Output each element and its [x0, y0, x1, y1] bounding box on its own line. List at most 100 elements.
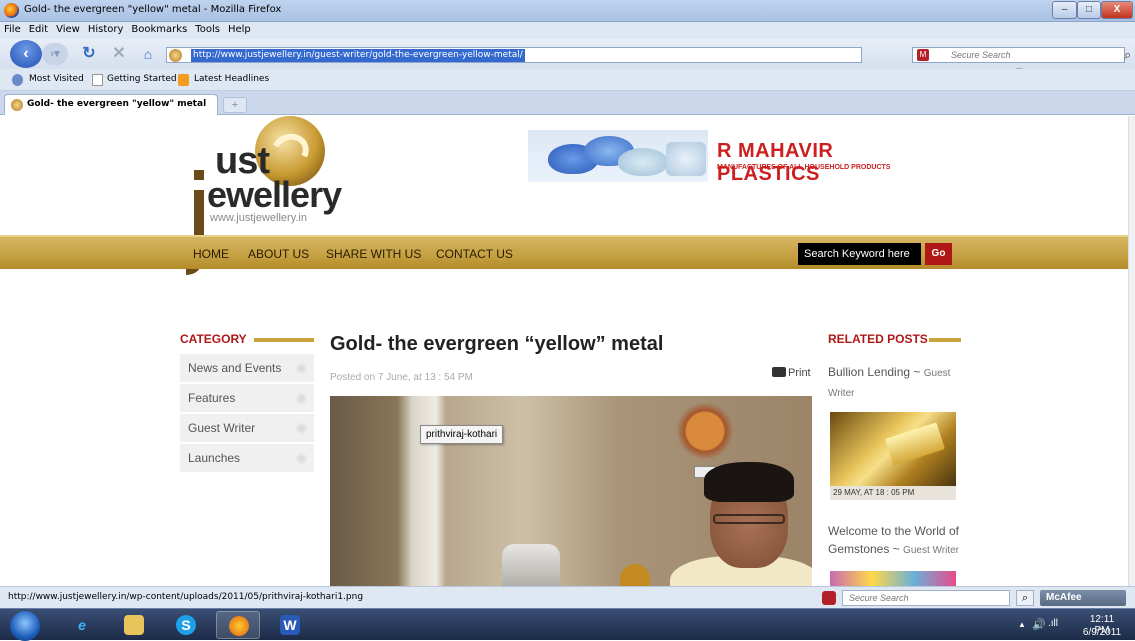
tab-active[interactable]: Gold- the evergreen "yellow" metal — [4, 94, 218, 115]
tab-strip: Gold- the evergreen "yellow" metal + — [0, 91, 1135, 115]
gold-bar — [884, 422, 946, 466]
clock-date[interactable]: 6/9/2011 — [1082, 627, 1122, 638]
menu-bookmarks[interactable]: Bookmarks — [127, 22, 191, 35]
forward-button[interactable]: ›▾ — [42, 43, 68, 65]
folder-icon — [124, 615, 144, 635]
printer-icon — [772, 367, 786, 377]
taskbar-firefox[interactable] — [216, 611, 260, 639]
status-url: http://www.justjewellery.in/wp-content/u… — [8, 592, 364, 602]
home-button[interactable]: ⌂ — [138, 43, 158, 65]
bullet-icon — [296, 363, 307, 374]
article-title: Gold- the evergreen “yellow” metal — [330, 333, 664, 355]
url-bar[interactable]: http://www.justjewellery.in/guest-writer… — [166, 47, 1028, 78]
related-heading-bar — [929, 338, 961, 342]
related-post-1-image[interactable]: 29 MAY, AT 18 : 05 PM — [830, 412, 956, 500]
ad-banner[interactable]: R MAHAVIR PLASTICS MANUFACTURES OF ALL H… — [528, 130, 918, 185]
bookmarks-toolbar: Most Visited Getting Started Latest Head… — [0, 69, 1135, 91]
navigation-toolbar: ‹ ›▾ ↻ ✕ ⌂ http://www.justjewellery.in/g… — [0, 39, 1135, 78]
mcafee-button[interactable]: McAfee — [1040, 590, 1126, 606]
related-post-2-image[interactable] — [830, 571, 956, 586]
category-label: Features — [188, 391, 236, 405]
category-item-guest-writer[interactable]: Guest Writer — [180, 414, 314, 443]
menu-view[interactable]: View — [52, 22, 84, 35]
menu-file[interactable]: File — [0, 22, 25, 35]
minimize-button[interactable]: – — [1052, 1, 1077, 19]
bullet-icon — [296, 393, 307, 404]
browser-search-input[interactable]: M Secure Search — [912, 47, 1125, 63]
logo-url: www.justjewellery.in — [210, 212, 307, 224]
site-search-button[interactable]: Go — [925, 243, 952, 265]
volume-icon[interactable]: 🔊 — [1032, 618, 1046, 631]
forward-arrow-icon: ›▾ — [50, 48, 60, 60]
category-label: Guest Writer — [188, 421, 256, 435]
related-post-1[interactable]: Bullion Lending ~ Guest Writer — [828, 363, 958, 403]
windows-taskbar: e S W ▲ 🔊 .ıll 12:11 PM 6/9/2011 — [0, 608, 1135, 641]
menu-tools[interactable]: Tools — [191, 22, 224, 35]
menu-edit[interactable]: Edit — [25, 22, 52, 35]
status-search-placeholder: Secure Search — [849, 593, 909, 603]
print-button[interactable]: Print — [772, 367, 811, 379]
search-engine-selector[interactable] — [871, 47, 907, 63]
menu-help[interactable]: Help — [224, 22, 255, 35]
ad-bowls-image — [528, 130, 708, 182]
taskbar-word[interactable]: W — [268, 611, 312, 639]
nav-home[interactable]: HOME — [193, 247, 229, 261]
print-label: Print — [788, 367, 811, 379]
article-photo[interactable] — [330, 396, 812, 586]
maximize-button[interactable]: □ — [1077, 1, 1101, 19]
category-item-launches[interactable]: Launches — [180, 444, 314, 473]
person-hair — [704, 462, 794, 502]
person-glasses — [713, 514, 785, 524]
ad-title: R MAHAVIR PLASTICS — [717, 140, 834, 185]
menu-history[interactable]: History — [84, 22, 128, 35]
taskbar-skype[interactable]: S — [164, 611, 208, 639]
site-favicon-icon — [169, 49, 182, 62]
search-placeholder: Secure Search — [951, 50, 1011, 60]
bookmark-getting-started[interactable]: Getting Started — [107, 74, 177, 84]
tray-expand-icon[interactable]: ▲ — [1018, 620, 1026, 629]
status-search-button[interactable]: ⌕ — [1016, 590, 1034, 606]
status-search-input[interactable]: Secure Search — [842, 590, 1010, 606]
bookmark-most-visited[interactable]: Most Visited — [29, 74, 84, 84]
logo-text-jewellery: ewellery — [207, 174, 342, 215]
nav-about-us[interactable]: ABOUT US — [248, 247, 309, 261]
nav-share-with-us[interactable]: SHARE WITH US — [326, 247, 421, 261]
sun-decoration — [676, 402, 734, 460]
url-text[interactable]: http://www.justjewellery.in/guest-writer… — [191, 49, 525, 62]
reload-button[interactable]: ↻ — [80, 43, 98, 65]
search-icon: ⌕ — [1021, 592, 1029, 604]
bookmark-latest-headlines[interactable]: Latest Headlines — [194, 74, 269, 84]
skype-icon: S — [176, 615, 196, 635]
start-button[interactable] — [10, 611, 40, 641]
window-titlebar: Gold- the evergreen "yellow" metal - Moz… — [0, 0, 1135, 22]
rss-icon — [178, 74, 189, 86]
related-post-title: Bullion Lending ~ — [828, 365, 924, 379]
menu-bar: File Edit View History Bookmarks Tools Help — [0, 22, 1135, 39]
category-item-features[interactable]: Features — [180, 384, 314, 413]
window-title: Gold- the evergreen "yellow" metal - Moz… — [24, 4, 282, 15]
home-icon: ⌂ — [143, 46, 153, 62]
new-tab-button[interactable]: + — [223, 97, 247, 113]
close-button[interactable]: X — [1101, 1, 1133, 19]
back-button[interactable]: ‹ — [10, 40, 42, 68]
search-magnifier-icon[interactable]: ⌕ — [1124, 47, 1135, 63]
site-search-input[interactable]: Search Keyword here — [798, 243, 921, 265]
taskbar-explorer[interactable] — [112, 611, 156, 639]
mcafee-shield-icon[interactable] — [822, 591, 836, 605]
ie-icon: e — [78, 617, 86, 633]
network-icon[interactable]: .ıll — [1048, 618, 1058, 629]
category-item-news-and-events[interactable]: News and Events — [180, 354, 314, 383]
taskbar-ie[interactable]: e — [60, 611, 104, 639]
stop-button[interactable]: ✕ — [110, 43, 128, 65]
related-post-2[interactable]: Welcome to the World of Gemstones ~ Gues… — [828, 522, 968, 560]
page-scrollbar[interactable] — [1128, 116, 1135, 586]
lamp — [620, 564, 650, 586]
article-meta: Posted on 7 June, at 13 : 54 PM — [330, 372, 473, 383]
chair — [502, 544, 560, 586]
category-label: Launches — [188, 451, 241, 465]
related-post-date: 29 MAY, AT 18 : 05 PM — [830, 486, 956, 500]
status-bar: http://www.justjewellery.in/wp-content/u… — [0, 586, 1135, 608]
stop-icon: ✕ — [112, 45, 126, 62]
category-heading-bar — [254, 338, 314, 342]
nav-contact-us[interactable]: CONTACT US — [436, 247, 513, 261]
